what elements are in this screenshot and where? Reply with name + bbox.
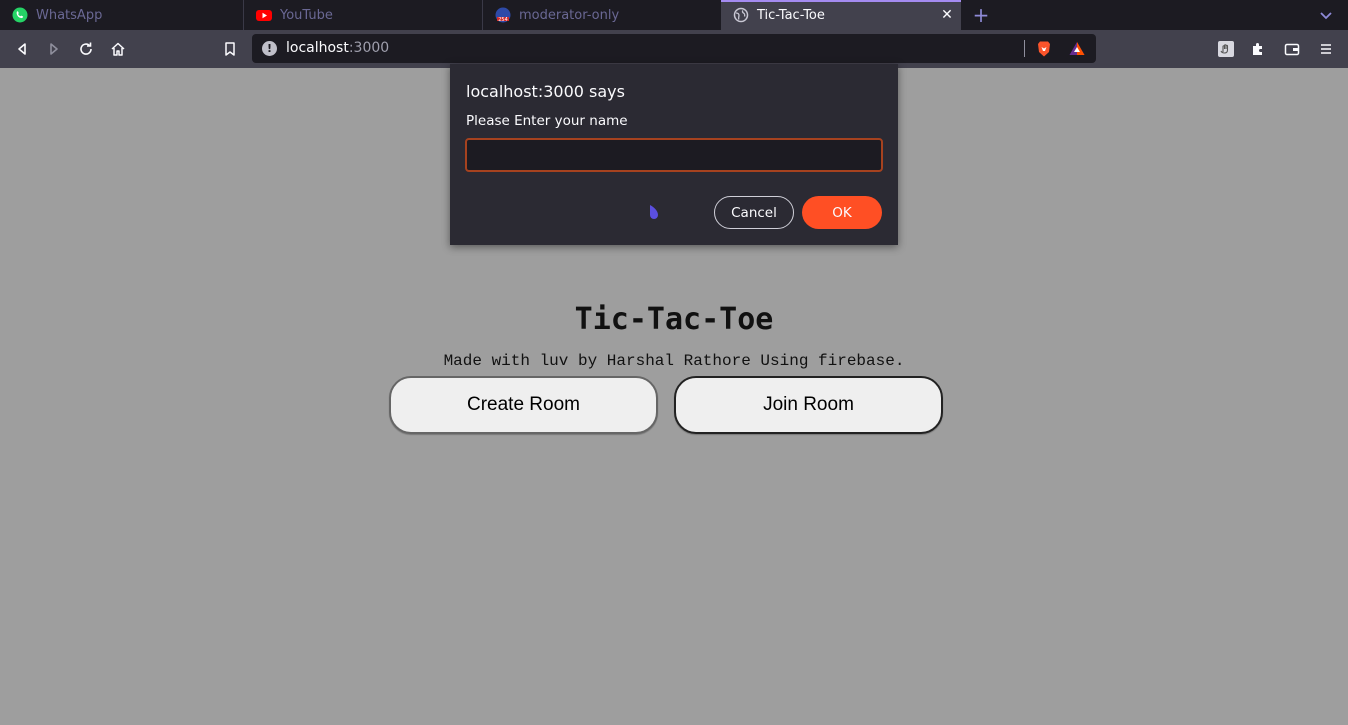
tab-label: Tic-Tac-Toe [757, 7, 825, 23]
tab-label: YouTube [280, 7, 333, 23]
extension-puzzle-badge-icon[interactable] [1215, 38, 1237, 60]
forward-icon[interactable] [43, 38, 65, 60]
reload-icon[interactable] [75, 38, 97, 60]
url-port: :3000 [348, 40, 390, 56]
wallet-icon[interactable] [1281, 38, 1303, 60]
brave-shields-icon[interactable] [1035, 40, 1053, 58]
navigation-toolbar: ! localhost:3000 [0, 30, 1348, 68]
brave-rewards-icon[interactable] [1068, 40, 1086, 58]
tab-moderator-only[interactable]: 254 moderator-only [482, 0, 721, 30]
page-subtitle: Made with luv by Harshal Rathore Using f… [443, 352, 905, 370]
mouse-cursor-icon [647, 204, 661, 220]
url-text[interactable]: localhost:3000 [286, 40, 389, 56]
join-room-button[interactable]: Join Room [674, 376, 943, 434]
ok-button[interactable]: OK [802, 196, 882, 229]
tab-label: WhatsApp [36, 7, 103, 23]
tab-tic-tac-toe[interactable]: Tic-Tac-Toe ✕ [721, 0, 961, 30]
svg-text:254: 254 [498, 17, 508, 23]
create-room-button[interactable]: Create Room [389, 376, 658, 434]
channel-254-icon: 254 [495, 7, 511, 23]
page-title: Tic-Tac-Toe [574, 302, 774, 337]
dialog-message: Please Enter your name [466, 113, 628, 129]
url-host: localhost [286, 40, 349, 56]
tab-strip: WhatsApp YouTube 254 moderator-only Tic-… [0, 0, 1348, 30]
home-icon[interactable] [107, 38, 129, 60]
prompt-dialog: localhost:3000 says Please Enter your na… [450, 64, 898, 245]
cancel-button[interactable]: Cancel [714, 196, 794, 229]
tab-label: moderator-only [519, 7, 620, 23]
dialog-title: localhost:3000 says [466, 82, 625, 101]
new-tab-icon[interactable]: + [970, 4, 992, 26]
name-input[interactable] [465, 138, 883, 172]
tab-whatsapp[interactable]: WhatsApp [0, 0, 243, 30]
tab-youtube[interactable]: YouTube [243, 0, 482, 30]
back-icon[interactable] [11, 38, 33, 60]
youtube-icon [256, 7, 272, 23]
whatsapp-icon [12, 7, 28, 23]
bookmark-icon[interactable] [219, 38, 241, 60]
address-bar[interactable]: ! localhost:3000 [252, 34, 1096, 63]
globe-icon [733, 7, 749, 23]
close-tab-icon[interactable]: ✕ [939, 7, 955, 23]
url-divider [1024, 40, 1025, 57]
menu-icon[interactable] [1315, 38, 1337, 60]
list-all-tabs-icon[interactable] [1318, 7, 1334, 23]
site-info-icon[interactable]: ! [262, 41, 277, 56]
extensions-icon[interactable] [1247, 38, 1269, 60]
